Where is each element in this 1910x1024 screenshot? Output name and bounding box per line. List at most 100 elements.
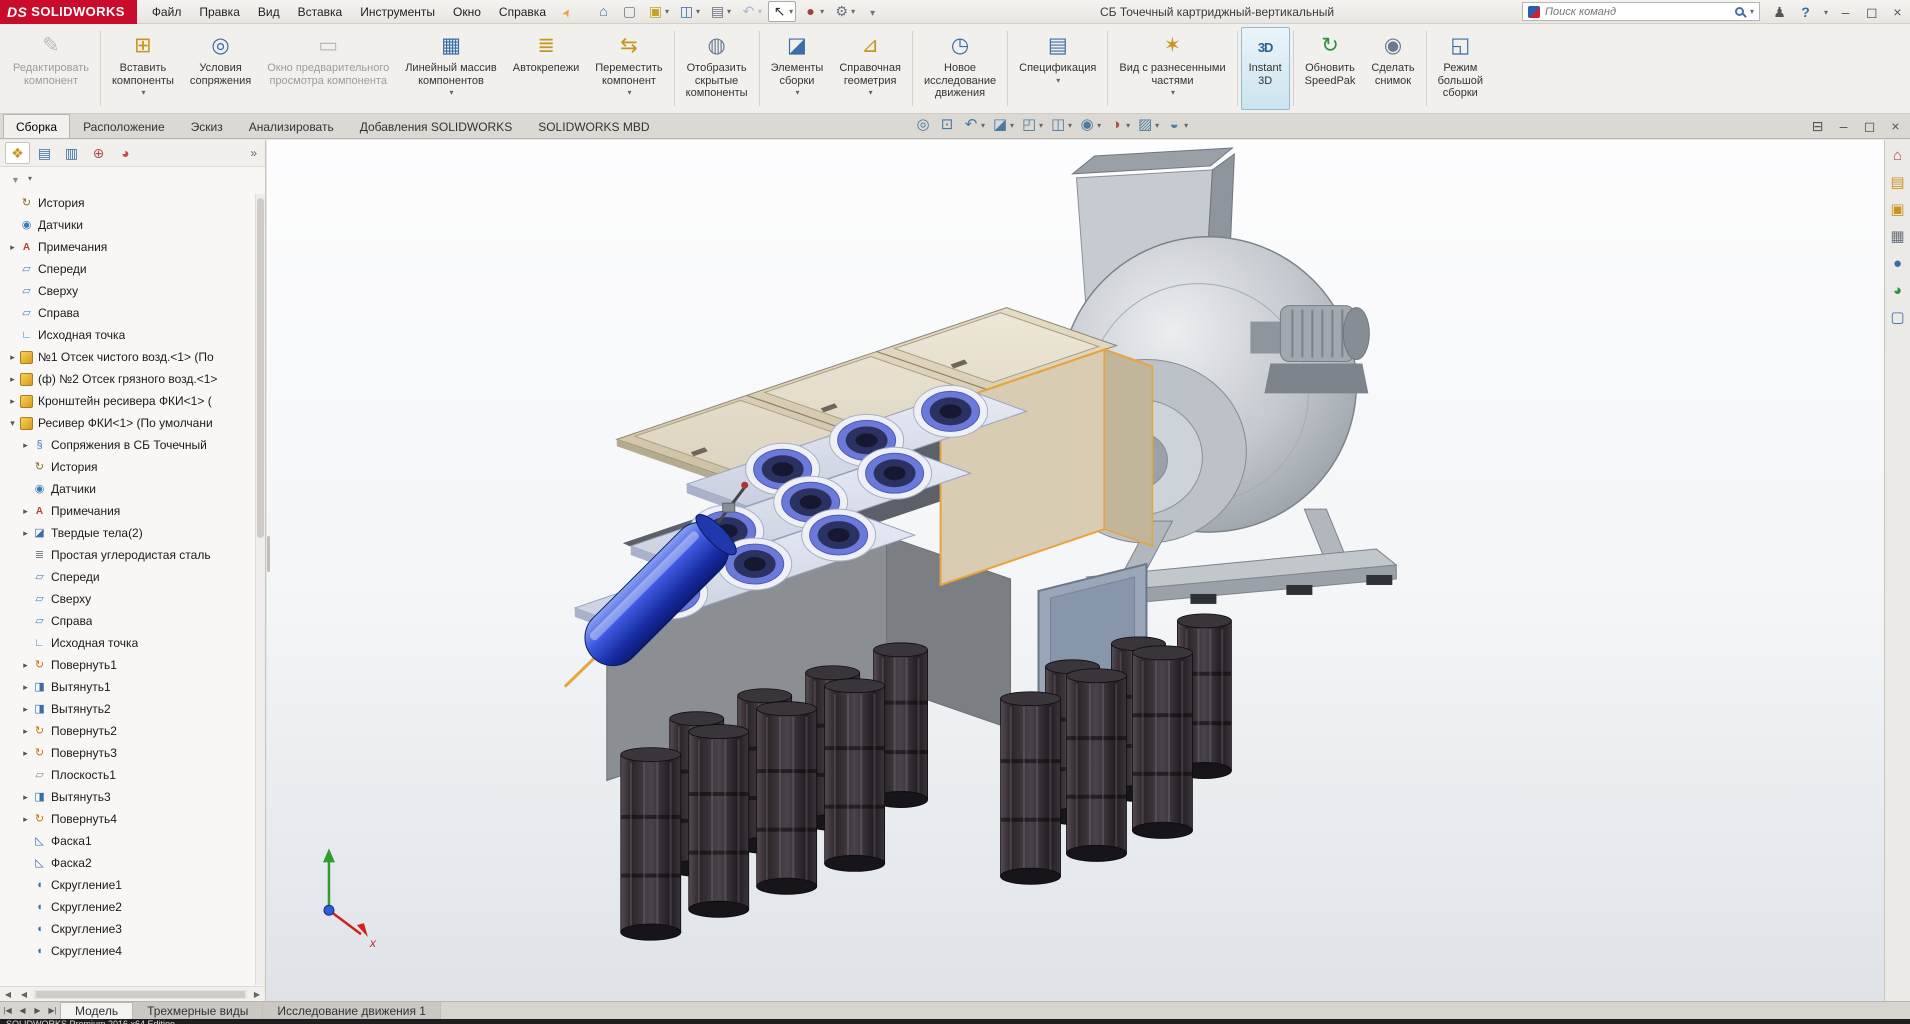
dropdown-arrow-icon[interactable]: ▾ xyxy=(1068,121,1072,130)
dropdown-arrow-icon[interactable]: ▾ xyxy=(1126,121,1130,130)
hide-show-button[interactable]: ▾ xyxy=(1076,115,1103,135)
dropdown-arrow-icon[interactable]: ▾ xyxy=(1184,121,1188,130)
expander-icon[interactable]: ▸ xyxy=(19,748,32,759)
tree-item[interactable]: Скругление2 xyxy=(0,896,265,918)
instant3d-button[interactable]: Instant 3D xyxy=(1240,27,1290,110)
take-snapshot-button[interactable]: Сделать снимок xyxy=(1363,27,1422,110)
search-input[interactable] xyxy=(1545,5,1730,18)
ribbon-tab[interactable]: Эскиз xyxy=(178,114,236,138)
smart-fasteners-button[interactable]: Автокрепежи xyxy=(505,27,587,110)
tree-item[interactable]: Скругление3 xyxy=(0,918,265,940)
expander-icon[interactable]: ▸ xyxy=(19,660,32,671)
solidworks-forum-icon[interactable] xyxy=(1889,309,1906,326)
dropdown-arrow-icon[interactable]: ▾ xyxy=(1097,121,1101,130)
dropdown-arrow-icon[interactable]: ▾ xyxy=(758,7,762,16)
menu-item[interactable]: Окно xyxy=(444,1,490,23)
filter-cartridge[interactable] xyxy=(756,701,818,895)
tree-item[interactable]: Спереди xyxy=(0,566,265,588)
motion-study-button[interactable]: Новое исследование движения xyxy=(916,27,1004,110)
doc-restore-icon[interactable] xyxy=(1861,118,1878,135)
hscroll-track[interactable] xyxy=(34,989,247,999)
linear-pattern-button[interactable]: Линейный массив компонентов▾ xyxy=(397,27,505,110)
zoom-fit-button[interactable] xyxy=(912,115,934,135)
expander-icon[interactable]: ▸ xyxy=(6,374,19,385)
home-button[interactable] xyxy=(592,1,615,22)
pin-menu-icon[interactable] xyxy=(559,3,576,20)
filter-dropdown-icon[interactable]: ▾ xyxy=(28,174,32,183)
panel-tab-propertymanager[interactable] xyxy=(32,142,57,164)
view-orientation-button[interactable]: ▾ xyxy=(1018,115,1045,135)
update-speedpak-button[interactable]: Обновить SpeedPak xyxy=(1297,27,1364,110)
filter-cartridge[interactable] xyxy=(1000,691,1062,885)
tree-item[interactable]: ▸ Вытянуть2 xyxy=(0,698,265,720)
doc-close-icon[interactable] xyxy=(1887,118,1904,135)
apply-scene-button[interactable]: ▾ xyxy=(1134,115,1161,135)
menu-item[interactable]: Файл xyxy=(143,1,191,23)
bill-of-materials-button[interactable]: Спецификация▾ xyxy=(1011,27,1104,110)
restore-button[interactable] xyxy=(1863,4,1880,21)
open-document-button[interactable]: ▾ xyxy=(644,1,672,22)
new-document-button[interactable] xyxy=(618,1,641,22)
expander-icon[interactable]: ▸ xyxy=(19,814,32,825)
tree-item[interactable]: Фаска2 xyxy=(0,852,265,874)
edit-appearance-button[interactable]: ▾ xyxy=(1105,115,1132,135)
tree-item[interactable]: ▸ Вытянуть3 xyxy=(0,786,265,808)
search-icon[interactable] xyxy=(1734,7,1744,16)
ribbon-tab[interactable]: Расположение xyxy=(70,114,178,138)
tree-item[interactable]: ▸ Повернуть1 xyxy=(0,654,265,676)
help-icon[interactable] xyxy=(1797,4,1814,21)
solidworks-resources-icon[interactable] xyxy=(1889,147,1906,164)
options-button[interactable]: ▾ xyxy=(830,1,858,22)
expander-icon[interactable]: ▸ xyxy=(19,726,32,737)
menu-item[interactable]: Справка xyxy=(490,1,555,23)
dropdown-arrow-icon[interactable]: ▾ xyxy=(665,7,669,16)
appearances-icon[interactable] xyxy=(1889,255,1906,272)
expander-icon[interactable]: ▸ xyxy=(6,352,19,363)
display-style-button[interactable]: ▾ xyxy=(1047,115,1074,135)
tree-vertical-scrollbar[interactable] xyxy=(255,194,265,985)
nav-last-icon[interactable] xyxy=(45,1002,60,1019)
tree-item[interactable]: Сверху xyxy=(0,588,265,610)
tree-item[interactable]: Сверху xyxy=(0,280,265,302)
minimize-button[interactable] xyxy=(1837,4,1854,21)
tree-item[interactable]: Исходная точка xyxy=(0,632,265,654)
tree-item[interactable]: Скругление4 xyxy=(0,940,265,962)
close-button[interactable] xyxy=(1889,4,1906,21)
tree-item[interactable]: Скругление1 xyxy=(0,874,265,896)
document-tab[interactable]: Исследование движения 1 xyxy=(263,1002,441,1019)
expander-icon[interactable]: ▸ xyxy=(19,528,32,539)
nav-next-icon[interactable] xyxy=(30,1002,45,1019)
tree-item[interactable]: ▸ Примечания xyxy=(0,500,265,522)
tree-item[interactable]: ▸ (ф) №2 Отсек грязного возд.<1> xyxy=(0,368,265,390)
hscroll-thumb[interactable] xyxy=(36,990,245,998)
graphics-area[interactable]: x xyxy=(267,140,1884,1001)
tree-item[interactable]: Исходная точка xyxy=(0,324,265,346)
tree-horizontal-scrollbar[interactable]: ◀ ◀ ▶ xyxy=(0,986,265,1001)
tree-item[interactable]: Датчики xyxy=(0,478,265,500)
dropdown-arrow-icon[interactable]: ▾ xyxy=(696,7,700,16)
menu-item[interactable]: Инструменты xyxy=(351,1,444,23)
filter-cartridge[interactable] xyxy=(1131,645,1193,839)
dropdown-arrow-icon[interactable]: ▾ xyxy=(1039,121,1043,130)
tree-item[interactable]: ▸ Кронштейн ресивера ФКИ<1> ( xyxy=(0,390,265,412)
panel-splitter[interactable] xyxy=(266,140,271,1001)
hscroll-left2-icon[interactable]: ◀ xyxy=(16,990,32,999)
print-button[interactable]: ▾ xyxy=(706,1,734,22)
toolbar-options-button[interactable] xyxy=(861,1,884,22)
expander-icon[interactable]: ▸ xyxy=(19,440,32,451)
tree-item[interactable]: История xyxy=(0,456,265,478)
expander-icon[interactable]: ▸ xyxy=(19,704,32,715)
view-palette-icon[interactable] xyxy=(1889,228,1906,245)
hscroll-left-icon[interactable]: ◀ xyxy=(0,990,16,999)
tree-item[interactable]: ▸ №1 Отсек чистого возд.<1> (По xyxy=(0,346,265,368)
panel-tab-displaymanager[interactable] xyxy=(113,142,138,164)
tree-item[interactable]: Датчики xyxy=(0,214,265,236)
tree-item[interactable]: ▸ Повернуть4 xyxy=(0,808,265,830)
filter-cartridge[interactable] xyxy=(620,747,682,941)
help-dropdown-icon[interactable]: ▾ xyxy=(1824,8,1828,17)
expander-icon[interactable]: ▸ xyxy=(19,792,32,803)
ribbon-tab[interactable]: Сборка xyxy=(3,114,71,138)
tree-item[interactable]: ▸ Твердые тела(2) xyxy=(0,522,265,544)
panel-tab-dimxpertmanager[interactable] xyxy=(86,142,111,164)
tree-item[interactable]: ▸ Вытянуть1 xyxy=(0,676,265,698)
